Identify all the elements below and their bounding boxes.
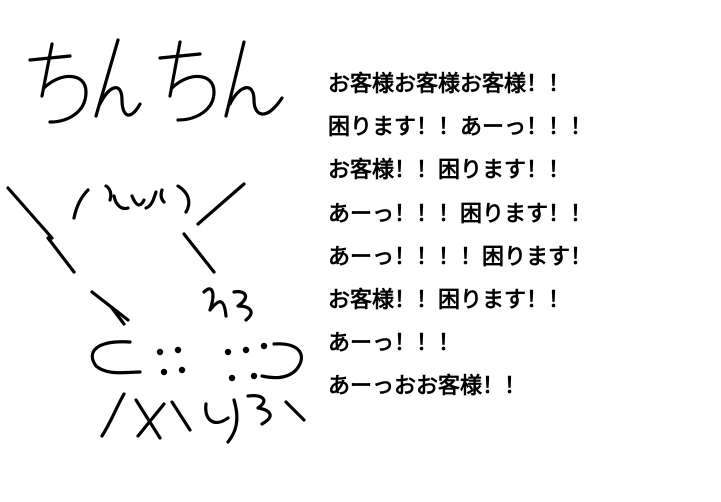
motion-lines [6,182,246,326]
text-line-8: あーっおお客様！！ [328,373,527,400]
text-line-3: お客様！！困ります！！ [328,157,571,184]
text-line-4: あーっ！！！困ります！！ [328,200,593,227]
body-doodle [90,287,306,444]
text-line-6: お客様！！困ります！！ [328,286,571,313]
text-line-5: あーっ！！！！困ります！ [328,243,593,270]
face-doodle [72,184,191,220]
lyrics-text-block: お客様お客様お客様！！ 困ります！！あーっ！！！ お客様！！困ります！！ あーっ… [328,66,592,412]
handwritten-title-scribble [28,38,284,124]
text-line-1: お客様お客様お客様！！ [328,71,571,97]
text-line-2: 困ります！！あーっ！！！ [328,114,593,141]
text-line-7: あーっ！！！ [328,330,461,357]
